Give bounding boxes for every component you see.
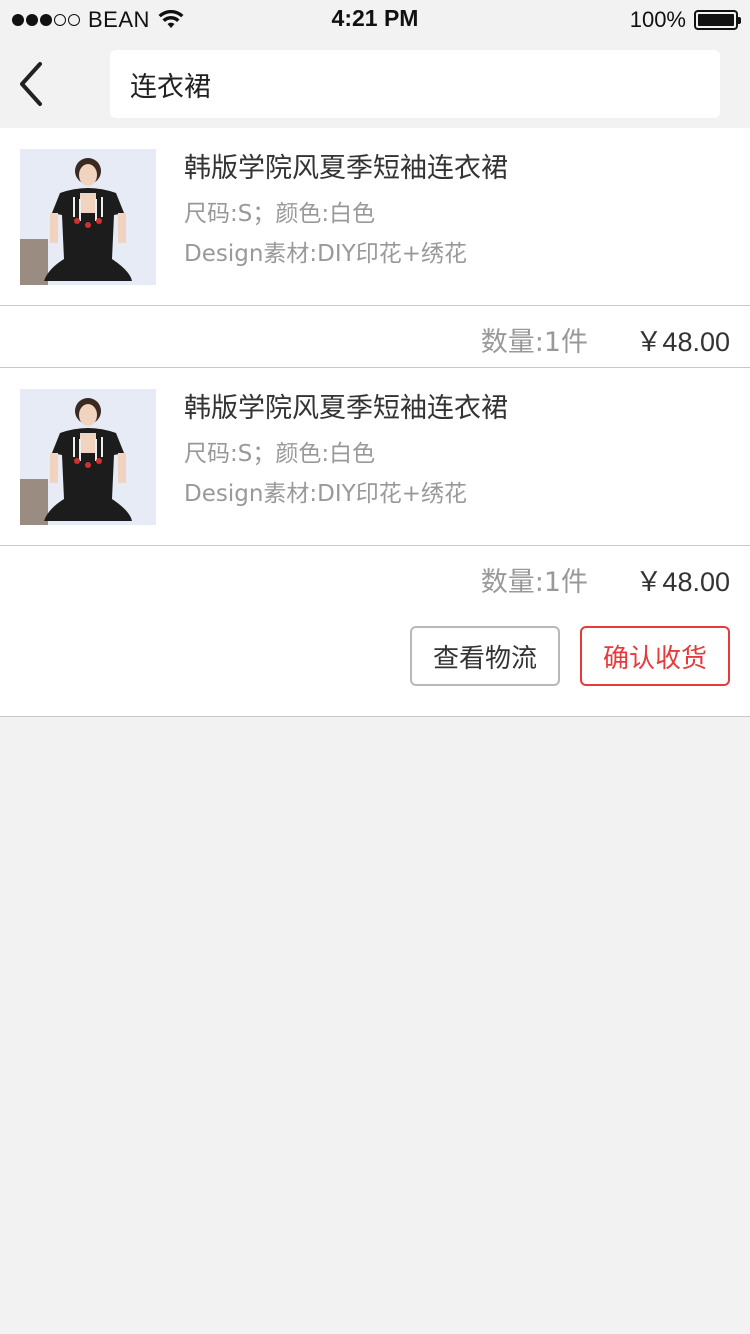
item-design: Design素材:DIY印花+绣花	[184, 481, 467, 507]
view-logistics-button[interactable]: 查看物流	[410, 626, 560, 686]
battery-icon	[694, 10, 741, 30]
battery-percent: 100%	[629, 7, 686, 32]
order-actions: 查看物流 确认收货	[0, 626, 750, 688]
item-quantity: 数量:1件	[480, 327, 588, 358]
search-input[interactable]	[110, 50, 720, 118]
item-spec: 尺码:S；颜色:白色	[184, 441, 376, 467]
item-spec: 尺码:S；颜色:白色	[184, 201, 376, 227]
item-summary: 数量:1件 ￥48.00	[0, 546, 750, 608]
order-item[interactable]: 韩版学院风夏季短袖连衣裙 尺码:S；颜色:白色 Design素材:DIY印花+绣…	[0, 128, 750, 306]
item-quantity: 数量:1件	[480, 567, 588, 598]
order-card: 韩版学院风夏季短袖连衣裙 尺码:S；颜色:白色 Design素材:DIY印花+绣…	[0, 128, 750, 717]
item-title: 韩版学院风夏季短袖连衣裙	[184, 393, 508, 424]
status-bar: BEAN 4:21 PM 100%	[0, 0, 750, 40]
item-price: ￥48.00	[635, 567, 730, 597]
product-image	[20, 389, 156, 525]
product-image	[20, 149, 156, 285]
item-price: ￥48.00	[635, 327, 730, 357]
order-item[interactable]: 韩版学院风夏季短袖连衣裙 尺码:S；颜色:白色 Design素材:DIY印花+绣…	[0, 368, 750, 546]
item-title: 韩版学院风夏季短袖连衣裙	[184, 153, 508, 184]
confirm-receipt-button[interactable]: 确认收货	[580, 626, 730, 686]
nav-bar	[0, 40, 750, 128]
item-design: Design素材:DIY印花+绣花	[184, 241, 467, 267]
item-summary: 数量:1件 ￥48.00	[0, 306, 750, 368]
chevron-left-icon	[20, 62, 42, 106]
back-button[interactable]	[12, 60, 56, 108]
